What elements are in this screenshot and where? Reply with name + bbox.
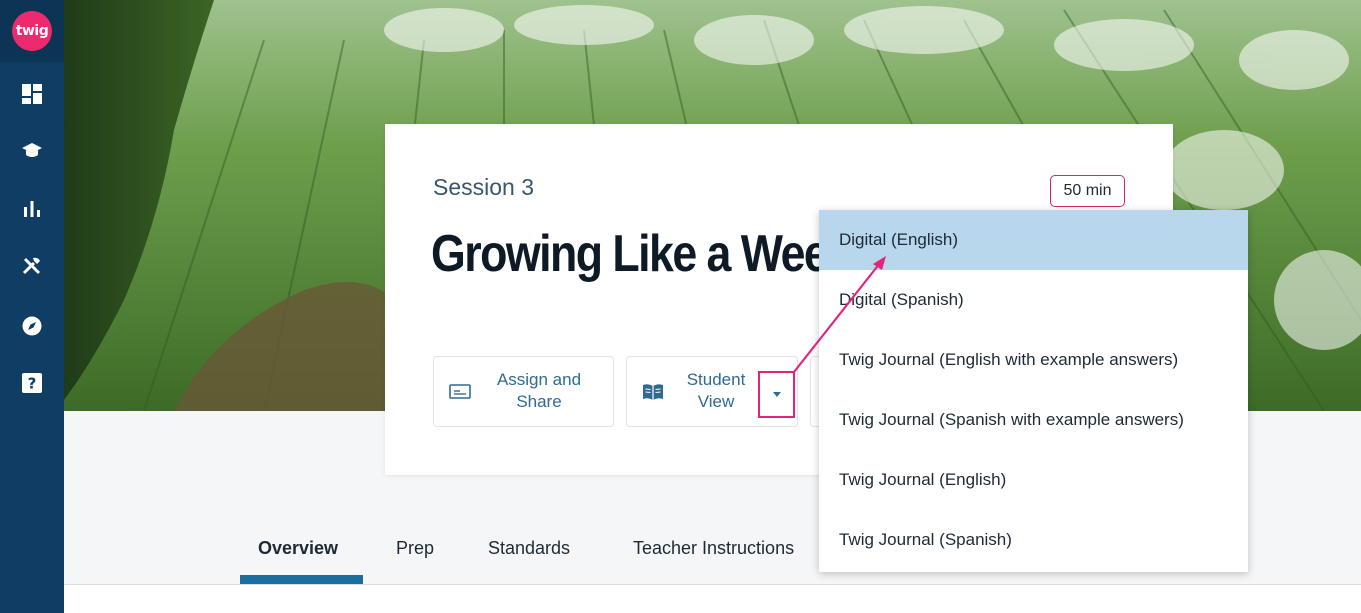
tab-standards[interactable]: Standards — [488, 538, 570, 559]
tab-teacher-instructions[interactable]: Teacher Instructions — [633, 538, 794, 559]
chevron-down-icon — [772, 392, 781, 397]
graduation-cap-icon — [22, 143, 42, 157]
menu-item-journal-english[interactable]: Twig Journal (English) — [819, 450, 1248, 510]
tab-overview[interactable]: Overview — [258, 538, 338, 559]
sidebar-item-tools[interactable] — [0, 242, 64, 290]
assign-and-share-button[interactable]: Assign and Share — [433, 356, 614, 427]
sidebar-item-help[interactable]: ? — [0, 359, 64, 407]
compass-icon — [22, 316, 42, 336]
tab-panel — [64, 585, 1361, 613]
student-view-dropdown-toggle[interactable] — [758, 371, 795, 418]
tools-icon — [22, 257, 41, 275]
sidebar-item-explore[interactable] — [0, 302, 64, 350]
svg-text:?: ? — [28, 375, 37, 393]
help-icon: ? — [22, 373, 42, 393]
active-tab-indicator — [240, 575, 363, 584]
menu-item-journal-spanish-answers[interactable]: Twig Journal (Spanish with example answe… — [819, 390, 1248, 450]
twig-logo[interactable]: twig — [12, 11, 52, 51]
menu-item-digital-english[interactable]: Digital (English) — [819, 210, 1248, 270]
sidebar: twig ? — [0, 0, 64, 613]
logo-area: twig — [0, 0, 64, 62]
book-icon — [643, 384, 663, 400]
tabs-divider — [64, 584, 1361, 585]
student-view-menu: Digital (English) Digital (Spanish) Twig… — [819, 210, 1248, 572]
assign-share-icon — [449, 384, 471, 399]
dashboard-icon — [22, 84, 42, 104]
student-view-button[interactable]: Student View — [626, 356, 798, 427]
duration-badge: 50 min — [1050, 175, 1125, 207]
lesson-title: Growing Like a Weed — [431, 225, 855, 283]
menu-item-digital-spanish[interactable]: Digital (Spanish) — [819, 270, 1248, 330]
student-view-label: Student View — [686, 370, 746, 411]
bar-chart-icon — [24, 201, 40, 217]
tab-prep[interactable]: Prep — [396, 538, 434, 559]
sidebar-item-dashboard[interactable] — [0, 70, 64, 118]
menu-item-journal-spanish[interactable]: Twig Journal (Spanish) — [819, 510, 1248, 570]
session-label: Session 3 — [433, 174, 535, 200]
sidebar-item-courses[interactable] — [0, 127, 64, 175]
sidebar-item-reports[interactable] — [0, 185, 64, 233]
assign-and-share-label: Assign and Share — [496, 370, 582, 411]
menu-item-journal-english-answers[interactable]: Twig Journal (English with example answe… — [819, 330, 1248, 390]
